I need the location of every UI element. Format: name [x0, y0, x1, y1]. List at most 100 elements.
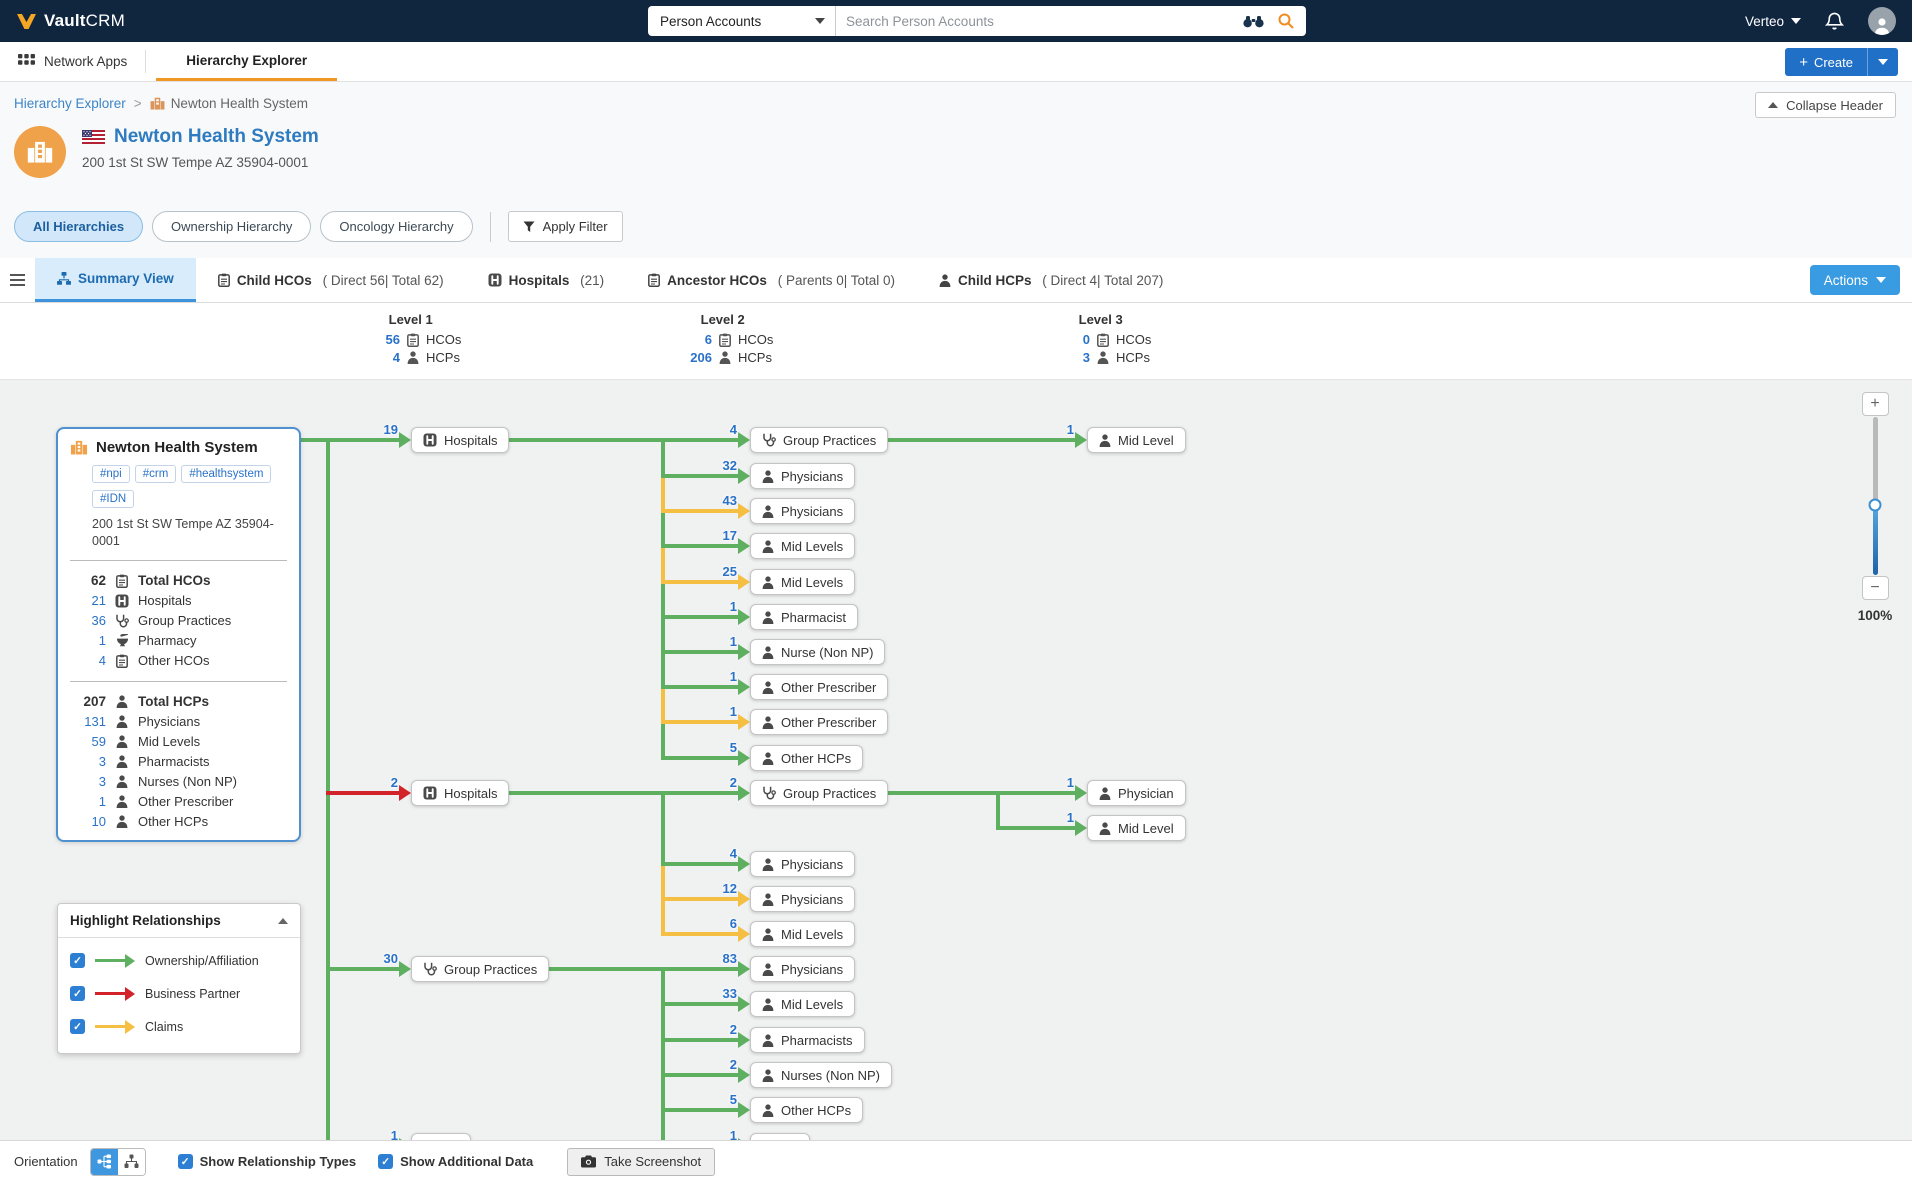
- actions-button[interactable]: Actions: [1810, 265, 1900, 295]
- node-mid-levels[interactable]: Mid Levels: [750, 533, 855, 559]
- node-pharmacist[interactable]: Pharmacist: [750, 604, 858, 630]
- breadcrumb-hierarchy-explorer[interactable]: Hierarchy Explorer: [14, 96, 126, 111]
- node-hospitals[interactable]: Hospitals: [411, 780, 509, 806]
- edge-segment: [661, 685, 739, 689]
- binoculars-icon[interactable]: [1243, 15, 1264, 28]
- count-label: HCOs: [426, 332, 461, 347]
- veeva-v-icon: [16, 13, 37, 30]
- filter-pill-oncology-hierarchy[interactable]: Oncology Hierarchy: [320, 211, 472, 242]
- hierarchy-canvas[interactable]: Hospitals Hospitals Group Practices Group P…: [0, 380, 1912, 1140]
- node-group-practices[interactable]: Group Practices: [750, 427, 888, 453]
- tab-hierarchy-explorer[interactable]: Hierarchy Explorer: [156, 42, 337, 81]
- notifications-bell-icon[interactable]: [1825, 11, 1844, 31]
- person-icon: [114, 695, 130, 708]
- node-physicians[interactable]: Physicians: [750, 498, 855, 524]
- filter-pill-ownership-hierarchy[interactable]: Ownership Hierarchy: [152, 211, 311, 242]
- node-nurses-non-np[interactable]: Nurses (Non NP): [750, 1062, 892, 1088]
- tab-label: Ancestor HCOs: [667, 273, 767, 288]
- node-pharmacists[interactable]: Pharmacists: [750, 1027, 865, 1053]
- search-icon[interactable]: [1278, 13, 1294, 29]
- stat-label: Group Practices: [138, 613, 231, 628]
- zoom-slider-track[interactable]: [1873, 417, 1878, 575]
- node-physicians[interactable]: Physicians: [750, 463, 855, 489]
- node-node[interactable]: [750, 1133, 810, 1140]
- node-nurse-non-np[interactable]: Nurse (Non NP): [750, 639, 885, 665]
- node-physicians[interactable]: Physicians: [750, 956, 855, 982]
- node-physician[interactable]: Physician: [1087, 780, 1186, 806]
- tab-summary-view[interactable]: Summary View: [35, 258, 196, 302]
- tag-healthsystem[interactable]: #healthsystem: [181, 465, 271, 483]
- node-mid-levels[interactable]: Mid Levels: [750, 921, 855, 947]
- search-scope-select[interactable]: Person Accounts: [648, 6, 836, 36]
- legend-header[interactable]: Highlight Relationships: [58, 904, 300, 938]
- chevron-down-icon: [1791, 18, 1801, 24]
- orientation-horizontal-icon[interactable]: [91, 1149, 118, 1175]
- node-group-practices[interactable]: Group Practices: [411, 956, 549, 982]
- collapse-header-button[interactable]: Collapse Header: [1755, 92, 1896, 118]
- entity-name[interactable]: Newton Health System: [114, 126, 319, 148]
- stat-label: Other Prescriber: [138, 794, 233, 809]
- stat-pharmacists: 3Pharmacists: [58, 752, 299, 772]
- user-avatar[interactable]: [1868, 7, 1896, 35]
- node-other-hcps[interactable]: Other HCPs: [750, 1097, 863, 1123]
- node-other-hcps[interactable]: Other HCPs: [750, 745, 863, 771]
- tab-hospitals[interactable]: Hospitals (21): [466, 258, 627, 302]
- edge-arrow: [738, 468, 750, 484]
- create-button[interactable]: + Create: [1785, 48, 1898, 76]
- take-screenshot-button[interactable]: Take Screenshot: [567, 1148, 715, 1176]
- zoom-out-button[interactable]: −: [1862, 576, 1889, 600]
- legend-title: Highlight Relationships: [70, 913, 221, 928]
- zoom-in-button[interactable]: +: [1862, 392, 1889, 416]
- user-menu[interactable]: Verteo: [1745, 14, 1801, 29]
- node-mid-level[interactable]: Mid Level: [1087, 427, 1186, 453]
- tab-ancestor-hcos[interactable]: Ancestor HCOs ( Parents 0| Total 0): [626, 258, 917, 302]
- person-icon: [114, 795, 130, 808]
- root-node-card[interactable]: Newton Health System #npi#crm#healthsyst…: [56, 427, 301, 842]
- legend-arrow-icon: [95, 1020, 135, 1034]
- stat-count: 4: [70, 653, 106, 668]
- tab-child-hcos[interactable]: Child HCOs ( Direct 56| Total 62): [196, 258, 466, 302]
- clipboard-icon: [1097, 333, 1109, 347]
- tab-count-suffix: (21): [576, 273, 604, 288]
- checkbox-checked[interactable]: ✓: [70, 953, 85, 968]
- edge-count-label: 2: [391, 775, 398, 790]
- checkbox-checked[interactable]: ✓: [70, 986, 85, 1001]
- node-group-practices[interactable]: Group Practices: [750, 780, 888, 806]
- menu-hamburger-icon[interactable]: [0, 258, 35, 302]
- stat-mid-levels: 59Mid Levels: [58, 732, 299, 752]
- orientation-vertical-icon[interactable]: [118, 1149, 145, 1175]
- tag-crm[interactable]: #crm: [135, 465, 177, 483]
- search-scope-value: Person Accounts: [660, 14, 761, 29]
- node-physicians[interactable]: Physicians: [750, 851, 855, 877]
- apply-filter-button[interactable]: Apply Filter: [508, 211, 623, 242]
- edge-arrow: [399, 1138, 411, 1140]
- apply-filter-label: Apply Filter: [543, 219, 608, 234]
- search-input[interactable]: [836, 14, 1243, 29]
- node-hospitals[interactable]: Hospitals: [411, 427, 509, 453]
- filter-pill-all-hierarchies[interactable]: All Hierarchies: [14, 211, 143, 242]
- tag-idn[interactable]: #IDN: [92, 490, 134, 508]
- node-mid-levels[interactable]: Mid Levels: [750, 991, 855, 1017]
- checkbox-checked[interactable]: ✓: [178, 1154, 193, 1169]
- node-mid-level[interactable]: Mid Level: [1087, 815, 1186, 841]
- stethoscope-icon: [762, 786, 776, 800]
- node-other-prescriber[interactable]: Other Prescriber: [750, 674, 888, 700]
- node-mid-levels[interactable]: Mid Levels: [750, 569, 855, 595]
- create-dropdown-caret[interactable]: [1868, 48, 1898, 76]
- checkbox-checked[interactable]: ✓: [378, 1154, 393, 1169]
- person-icon: [114, 815, 130, 828]
- node-physicians[interactable]: Physicians: [750, 886, 855, 912]
- tab-child-hcps[interactable]: Child HCPs ( Direct 4| Total 207): [917, 258, 1185, 302]
- node-other-prescriber[interactable]: Other Prescriber: [750, 709, 888, 735]
- chevron-up-icon: [278, 918, 288, 924]
- edge-count-label: 2: [730, 775, 737, 790]
- checkbox-checked[interactable]: ✓: [70, 1019, 85, 1034]
- stethoscope-icon: [762, 433, 776, 447]
- tag-npi[interactable]: #npi: [92, 465, 130, 483]
- logo-crm-text: CRM: [86, 11, 125, 30]
- zoom-slider-handle[interactable]: [1869, 499, 1882, 512]
- node-node[interactable]: [411, 1133, 471, 1140]
- count-label: HCOs: [738, 332, 773, 347]
- network-apps-button[interactable]: Network Apps: [0, 42, 145, 81]
- edge-count-label: 33: [723, 986, 737, 1001]
